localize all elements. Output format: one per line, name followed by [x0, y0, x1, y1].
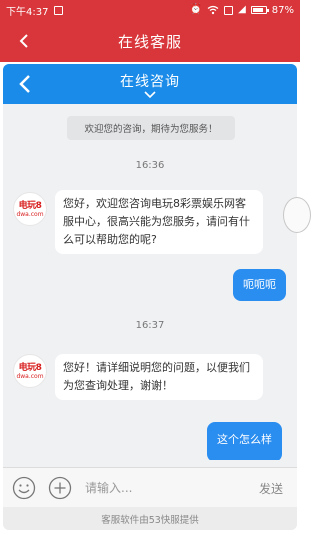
chat-back-button[interactable]: [11, 68, 39, 100]
user-message: 这个怎么样: [207, 422, 282, 460]
agent-message: 您好，欢迎您咨询电玩8彩票娱乐网客服中心，很高兴能为您服务，请问有什么可以帮助您…: [55, 190, 263, 254]
powered-by-footer: 客服软件由53快服提供: [3, 507, 297, 530]
message-input[interactable]: [85, 478, 245, 498]
agent-message: 您好！请详细说明您的问题，以便我们为您查询处理，谢谢！: [55, 354, 263, 400]
smiley-icon[interactable]: [12, 476, 36, 500]
alarm-icon: ⏰: [189, 4, 203, 15]
send-button[interactable]: 发送: [259, 480, 283, 497]
chevron-left-icon: [19, 34, 28, 48]
message-timestamp: 16:36: [135, 160, 165, 171]
chat-header: 在线咨询: [3, 64, 297, 104]
message-timestamp: 16:37: [135, 320, 165, 331]
notification-icon: [54, 5, 64, 15]
welcome-notice: 欢迎您的咨询，期待为您服务！: [67, 116, 235, 140]
message-list[interactable]: 欢迎您的咨询，期待为您服务！ 16:36 电玩8 dwa.com 您好，欢迎您咨…: [3, 104, 297, 460]
signal-icon: ◢: [238, 4, 246, 15]
plus-circle-icon[interactable]: [48, 476, 72, 500]
avatar-logo-subtext: dwa.com: [16, 210, 44, 218]
agent-avatar: 电玩8 dwa.com: [13, 192, 47, 226]
app-bar: 在线客服: [0, 20, 300, 62]
agent-avatar: 电玩8 dwa.com: [13, 354, 47, 388]
avatar-logo-text: 电玩8: [18, 362, 42, 373]
wifi-icon: [207, 5, 219, 15]
avatar-logo-text: 电玩8: [18, 200, 42, 211]
avatar-logo-subtext: dwa.com: [16, 372, 44, 380]
app-title: 在线客服: [117, 32, 182, 51]
floating-button[interactable]: [283, 197, 311, 233]
status-icons: ⏰ ◢ 87%: [190, 5, 294, 16]
status-time: 下午4:37: [6, 6, 49, 18]
input-bar: 发送: [3, 467, 297, 507]
sim-icon: [224, 5, 234, 15]
battery-percent: 87%: [271, 4, 294, 16]
chat-window: 在线咨询 欢迎您的咨询，期待为您服务！ 16:36 电玩8 dwa.com 您好…: [3, 64, 297, 530]
user-message: 呃呃呃: [233, 269, 286, 301]
battery-icon: [250, 6, 269, 14]
back-button[interactable]: [10, 25, 38, 57]
chat-title: 在线咨询: [120, 74, 180, 90]
chevron-left-icon: [19, 75, 30, 93]
chevron-down-icon[interactable]: [143, 90, 157, 100]
status-bar: 下午4:37 ⏰ ◢ 87%: [0, 0, 300, 20]
